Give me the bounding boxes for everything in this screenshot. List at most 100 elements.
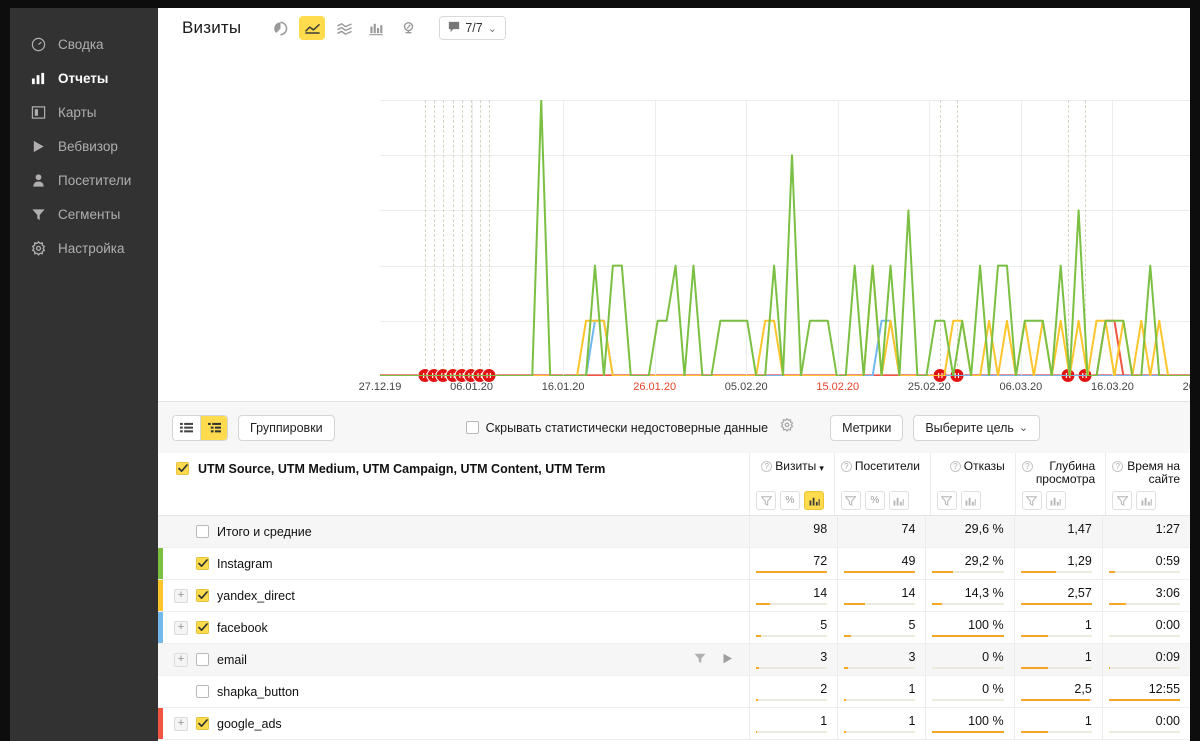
pie-chart-icon[interactable] bbox=[267, 16, 293, 40]
sidebar-item-visitors[interactable]: Посетители bbox=[10, 164, 158, 196]
table-row[interactable]: + google_ads 1 1 100 % 1 0:00 bbox=[158, 708, 1190, 740]
metric-value: 5 bbox=[820, 618, 828, 632]
filter-icon[interactable] bbox=[694, 653, 706, 667]
metric-column-header[interactable]: ? Визиты ▾% bbox=[750, 453, 835, 515]
table-row[interactable]: + email 3 3 0 % 1 0:09 bbox=[158, 644, 1190, 676]
table-row[interactable]: Итого и средние 98 74 29,6 % 1,47 1:27 bbox=[158, 516, 1190, 548]
metric-column-header[interactable]: ? Глубина просмотра bbox=[1016, 453, 1107, 515]
bar-chart-icon bbox=[30, 70, 46, 86]
list-view-icon[interactable] bbox=[173, 415, 200, 440]
sidebar-item-summary[interactable]: Сводка bbox=[10, 28, 158, 60]
sidebar-item-settings[interactable]: Настройка bbox=[10, 232, 158, 264]
metric-bar-fill bbox=[1020, 731, 1049, 733]
groupings-button[interactable]: Группировки bbox=[238, 414, 335, 441]
metric-cell: 0:09 bbox=[1103, 644, 1190, 675]
bar-chart-icon[interactable] bbox=[804, 491, 824, 510]
row-checkbox[interactable] bbox=[196, 685, 209, 698]
metric-bar-fill bbox=[844, 699, 846, 701]
metric-cell: 5 bbox=[750, 612, 839, 643]
metrics-button[interactable]: Метрики bbox=[830, 414, 904, 441]
sidebar-item-maps[interactable]: Карты bbox=[10, 96, 158, 128]
play-icon[interactable] bbox=[722, 653, 733, 667]
dimension-header[interactable]: UTM Source, UTM Medium, UTM Campaign, UT… bbox=[158, 453, 750, 515]
sort-caret-icon[interactable]: ▾ bbox=[819, 462, 824, 475]
series-count-pill[interactable]: 7/7 ⌄ bbox=[439, 16, 506, 40]
help-icon[interactable]: ? bbox=[1021, 461, 1033, 472]
row-checkbox[interactable] bbox=[196, 557, 209, 570]
hide-unreliable-checkbox[interactable]: Скрывать статистически недостоверные дан… bbox=[465, 420, 769, 435]
bar-chart-icon[interactable] bbox=[960, 491, 981, 510]
gear-icon bbox=[30, 240, 46, 256]
filter-icon[interactable] bbox=[840, 491, 861, 510]
row-checkbox[interactable] bbox=[196, 653, 209, 666]
metric-value: 2 bbox=[820, 682, 828, 696]
gear-icon[interactable] bbox=[780, 417, 794, 437]
metric-bar-fill bbox=[1108, 667, 1111, 669]
metric-cell: 3 bbox=[838, 644, 927, 675]
metric-value: 1 bbox=[820, 714, 828, 728]
table-row[interactable]: + yandex_direct 14 14 14,3 % 2,57 3:06 bbox=[158, 580, 1190, 612]
table-row[interactable]: shapka_button 2 1 0 % 2,5 12:55 bbox=[158, 676, 1190, 708]
column-chart-icon[interactable] bbox=[363, 16, 389, 40]
expand-row-button[interactable]: + bbox=[174, 588, 188, 603]
metric-bar-fill bbox=[844, 667, 849, 669]
metric-bar-fill bbox=[1020, 699, 1090, 701]
metric-value: 14 bbox=[901, 586, 916, 600]
metric-column-header[interactable]: ? Время на сайте bbox=[1106, 453, 1190, 515]
row-checkbox[interactable] bbox=[196, 589, 209, 602]
metric-column-header[interactable]: ? Отказы bbox=[931, 453, 1016, 515]
help-icon[interactable]: ? bbox=[1112, 461, 1124, 472]
metric-bar-fill bbox=[1020, 667, 1049, 669]
metric-value: 3 bbox=[908, 650, 916, 664]
chart-x-tick-label: 27.12.19 bbox=[358, 381, 402, 393]
chart-series-layer bbox=[380, 100, 1190, 376]
sidebar-item-label: Отчеты bbox=[58, 70, 109, 86]
tree-view-icon[interactable] bbox=[200, 415, 227, 440]
help-icon[interactable]: ? bbox=[840, 461, 852, 472]
metric-bar-track bbox=[844, 603, 916, 605]
filter-icon[interactable] bbox=[1021, 491, 1042, 510]
row-checkbox[interactable] bbox=[196, 621, 209, 634]
sidebar-item-segments[interactable]: Сегменты bbox=[10, 198, 158, 230]
percent-icon[interactable]: % bbox=[780, 491, 800, 510]
metric-bar-fill bbox=[1108, 571, 1115, 573]
metric-column-header[interactable]: ? Посетители% bbox=[835, 453, 931, 515]
filter-icon[interactable] bbox=[1112, 491, 1133, 510]
expand-row-button[interactable]: + bbox=[174, 652, 188, 667]
metric-bar-fill bbox=[756, 667, 759, 669]
expand-row-button[interactable]: + bbox=[174, 620, 188, 635]
bar-chart-icon[interactable] bbox=[888, 491, 909, 510]
metric-bar-track bbox=[844, 731, 916, 733]
hide-unreliable-label: Скрывать статистически недостоверные дан… bbox=[485, 420, 769, 435]
sidebar-item-reports[interactable]: Отчеты bbox=[10, 62, 158, 94]
goal-select-button[interactable]: Выберите цель ⌄ bbox=[913, 414, 1041, 441]
row-dimension-cell: + email bbox=[158, 644, 750, 675]
view-mode-switch[interactable] bbox=[172, 414, 228, 441]
table-row[interactable]: Instagram 72 49 29,2 % 1,29 0:59 bbox=[158, 548, 1190, 580]
filter-icon[interactable] bbox=[756, 491, 776, 510]
metric-bar-fill bbox=[844, 635, 852, 637]
help-icon[interactable]: ? bbox=[761, 461, 773, 472]
bar-chart-icon[interactable] bbox=[1136, 491, 1157, 510]
metric-bar-track bbox=[1020, 731, 1092, 733]
map-pin-icon[interactable] bbox=[395, 16, 421, 40]
sidebar: Сводка Отчеты Карты Вебвизор Посетители bbox=[10, 8, 158, 741]
help-icon[interactable]: ? bbox=[949, 461, 961, 472]
metric-cell: 1 bbox=[750, 708, 839, 739]
metric-value: 1 bbox=[1084, 714, 1092, 728]
metric-cell: 1:27 bbox=[1103, 516, 1190, 547]
row-checkbox[interactable] bbox=[196, 717, 209, 730]
percent-icon[interactable]: % bbox=[864, 491, 885, 510]
filter-icon[interactable] bbox=[936, 491, 957, 510]
area-chart-icon[interactable] bbox=[331, 16, 357, 40]
line-chart-icon[interactable] bbox=[299, 16, 326, 40]
metric-value: 29,6 % bbox=[964, 522, 1004, 536]
screenshot-root: Сводка Отчеты Карты Вебвизор Посетители bbox=[0, 0, 1200, 741]
metric-bar-track bbox=[756, 699, 828, 701]
table-row[interactable]: + facebook 5 5 100 % 1 0:00 bbox=[158, 612, 1190, 644]
sidebar-item-webvisor[interactable]: Вебвизор bbox=[10, 130, 158, 162]
expand-row-button[interactable]: + bbox=[174, 716, 188, 731]
dimension-checkbox[interactable] bbox=[176, 462, 189, 475]
row-checkbox[interactable] bbox=[196, 525, 209, 538]
bar-chart-icon[interactable] bbox=[1045, 491, 1066, 510]
